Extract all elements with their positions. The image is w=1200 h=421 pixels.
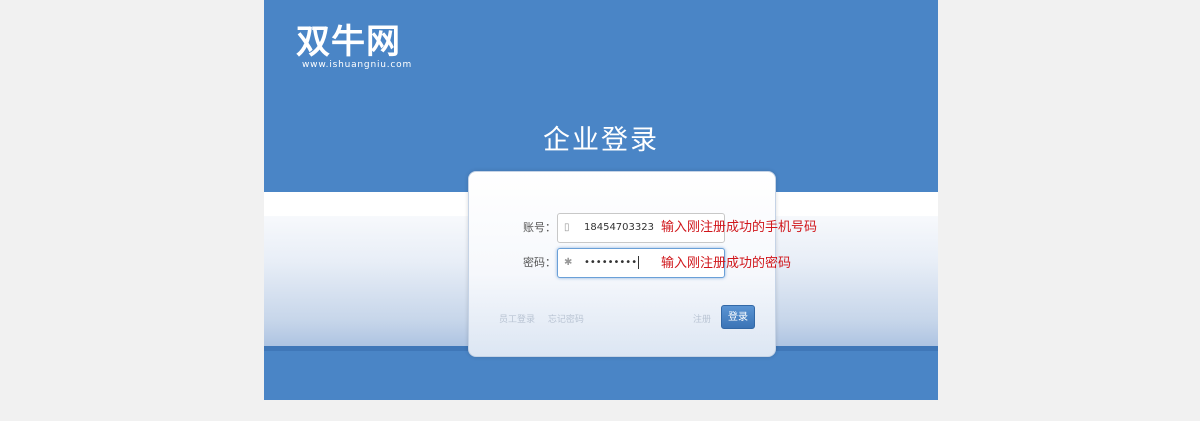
logo-text: 双牛网 — [296, 22, 401, 62]
password-value: ••••••••• — [584, 249, 640, 277]
phone-icon: ▯ — [564, 222, 570, 233]
forgot-password-link[interactable]: 忘记密码 — [548, 315, 584, 325]
login-button[interactable]: 登录 — [721, 305, 755, 329]
logo-url: www.ishuangniu.com — [302, 60, 413, 70]
asterisk-icon: ✱ — [564, 257, 573, 268]
password-dots: ••••••••• — [584, 257, 638, 268]
employee-login-link[interactable]: 员工登录 — [499, 315, 535, 325]
login-page: 双牛网 www.ishuangniu.com 企业登录 账号： ▯ 184547… — [264, 0, 938, 400]
secondary-links: 员工登录 忘记密码 — [499, 312, 594, 325]
account-label: 账号： — [523, 221, 556, 234]
brand-logo: 双牛网 www.ishuangniu.com — [296, 22, 412, 70]
page-title: 企业登录 — [543, 125, 659, 156]
register-link[interactable]: 注册 — [693, 312, 711, 325]
password-hint: 输入刚注册成功的密码 — [661, 256, 792, 271]
password-label: 密码： — [523, 256, 556, 269]
text-caret — [638, 255, 640, 269]
account-value: 18454703323 — [584, 222, 654, 233]
account-hint: 输入刚注册成功的手机号码 — [661, 220, 818, 235]
